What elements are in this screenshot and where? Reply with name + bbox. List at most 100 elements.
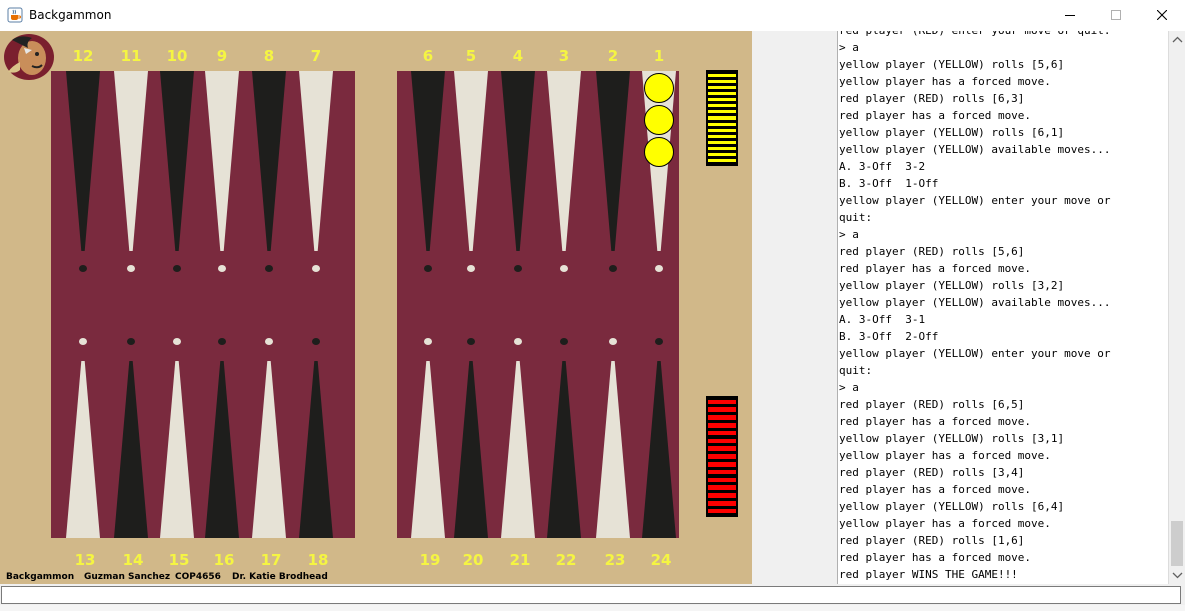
- point-number: 16: [213, 551, 235, 569]
- log-scrollbar[interactable]: [1168, 31, 1185, 584]
- bear-off-stripe: [708, 104, 736, 108]
- log-line: yellow player (YELLOW) rolls [6,1]: [839, 126, 1065, 139]
- point-marker-dot: [173, 265, 181, 272]
- point-marker-dot: [127, 338, 135, 345]
- point-marker-dot: [467, 338, 475, 345]
- log-line: yellow player (YELLOW) enter your move o…: [839, 194, 1111, 207]
- bear-off-stripe: [708, 422, 736, 428]
- bear-off-stripe: [708, 430, 736, 436]
- close-icon: [1157, 10, 1167, 20]
- bear-off-stripe: [708, 493, 736, 498]
- java-cup-icon: [7, 7, 23, 23]
- point-marker-dot: [560, 265, 568, 272]
- command-input[interactable]: [1, 586, 1181, 604]
- point-marker-dot: [609, 265, 617, 272]
- point-marker-dot: [265, 265, 273, 272]
- yellow-checker[interactable]: [644, 73, 674, 103]
- bottom-strip: [0, 605, 1185, 611]
- log-line: red player (RED) rolls [3,4]: [839, 466, 1025, 479]
- game-log[interactable]: red player (RED) enter your move or quit…: [837, 31, 1169, 584]
- bear-off-stripe: [708, 477, 736, 483]
- log-line: yellow player (YELLOW) available moves..…: [839, 143, 1111, 156]
- point-number: 13: [74, 551, 96, 569]
- point-number: 20: [462, 551, 484, 569]
- chevron-up-icon: [1172, 36, 1183, 43]
- chevron-down-icon: [1172, 572, 1183, 579]
- bear-off-stripe: [708, 485, 736, 491]
- yellow-checker[interactable]: [644, 105, 674, 135]
- point-marker-dot: [173, 338, 181, 345]
- scroll-up-button[interactable]: [1169, 31, 1185, 48]
- point-marker-dot: [655, 338, 663, 345]
- bear-off-stripe: [708, 159, 736, 163]
- point-number: 4: [512, 47, 524, 65]
- point-number: 9: [216, 47, 228, 65]
- point-number: 24: [650, 551, 672, 569]
- bear-off-stripe: [708, 438, 736, 444]
- yellow-checker[interactable]: [644, 137, 674, 167]
- log-line: red player (RED) rolls [1,6]: [839, 534, 1025, 547]
- right-felt: [397, 71, 679, 538]
- point-number: 19: [419, 551, 441, 569]
- bear-off-stripe: [708, 91, 736, 96]
- bear-off-stripe: [708, 73, 736, 77]
- point-number: 1: [653, 47, 665, 65]
- minimize-button[interactable]: [1047, 0, 1093, 31]
- bear-off-stripe: [708, 446, 736, 452]
- log-line: yellow player (YELLOW) rolls [3,1]: [839, 432, 1065, 445]
- point-number: 8: [263, 47, 275, 65]
- log-line: A. 3-Off 3-2: [839, 160, 926, 173]
- log-line: red player has a forced move.: [839, 262, 1032, 275]
- bear-off-stripe: [708, 469, 736, 475]
- scroll-thumb[interactable]: [1171, 521, 1183, 566]
- bear-off-stripe: [708, 399, 736, 405]
- log-line: yellow player (YELLOW) rolls [5,6]: [839, 58, 1065, 71]
- point-marker-dot: [514, 265, 522, 272]
- point-number: 2: [607, 47, 619, 65]
- point-number: 12: [72, 47, 94, 65]
- log-line: red player has a forced move.: [839, 483, 1032, 496]
- point-marker-dot: [265, 338, 273, 345]
- point-number: 23: [604, 551, 626, 569]
- log-line: yellow player (YELLOW) rolls [3,2]: [839, 279, 1065, 292]
- backgammon-board[interactable]: 12 11 10 9 8 7 6 5 4 3 2 1 13 14 15 16 17 18 19 20 21 22 23 24…: [0, 31, 752, 584]
- log-line: red player (RED) rolls [5,6]: [839, 245, 1025, 258]
- point-marker-dot: [79, 265, 87, 272]
- bear-off-stripe: [708, 461, 736, 467]
- footer-course: COP4656: [175, 572, 221, 582]
- point-marker-dot: [424, 338, 432, 345]
- maximize-icon: [1111, 10, 1121, 20]
- bear-off-stripe: [708, 116, 736, 120]
- log-line: quit:: [839, 211, 873, 224]
- bear-off-stripe: [708, 110, 736, 114]
- bear-off-stripe: [708, 140, 736, 145]
- close-button[interactable]: [1139, 0, 1185, 31]
- log-line: > a: [839, 41, 859, 54]
- log-line: red player (RED) rolls [6,5]: [839, 398, 1025, 411]
- log-line: B. 3-Off 2-Off: [839, 330, 939, 343]
- log-line: red player WINS THE GAME!!!: [839, 568, 1018, 581]
- log-line: red player (RED) enter your move or quit…: [838, 31, 1111, 39]
- point-number: 7: [310, 47, 322, 65]
- footer-instructor: Dr. Katie Brodhead: [232, 572, 328, 582]
- maximize-button[interactable]: [1093, 0, 1139, 31]
- point-marker-dot: [424, 265, 432, 272]
- point-marker-dot: [218, 265, 226, 272]
- bear-off-stripe: [708, 147, 736, 151]
- log-line: red player has a forced move.: [839, 415, 1032, 428]
- log-line: red player (RED) rolls [6,3]: [839, 92, 1025, 105]
- point-marker-dot: [467, 265, 475, 272]
- title-bar: Backgammon: [0, 0, 1185, 32]
- point-marker-dot: [560, 338, 568, 345]
- scroll-down-button[interactable]: [1169, 567, 1185, 584]
- point-number: 22: [555, 551, 577, 569]
- bear-off-stripe: [708, 454, 736, 459]
- log-line: yellow player has a forced move.: [839, 517, 1051, 530]
- log-line: quit:: [839, 364, 873, 377]
- red-bear-off-tray: [706, 396, 738, 517]
- point-marker-dot: [312, 338, 320, 345]
- log-line: yellow player has a forced move.: [839, 75, 1051, 88]
- bear-off-stripe: [708, 508, 736, 514]
- log-line: > a: [839, 381, 859, 394]
- input-row: [0, 584, 1185, 605]
